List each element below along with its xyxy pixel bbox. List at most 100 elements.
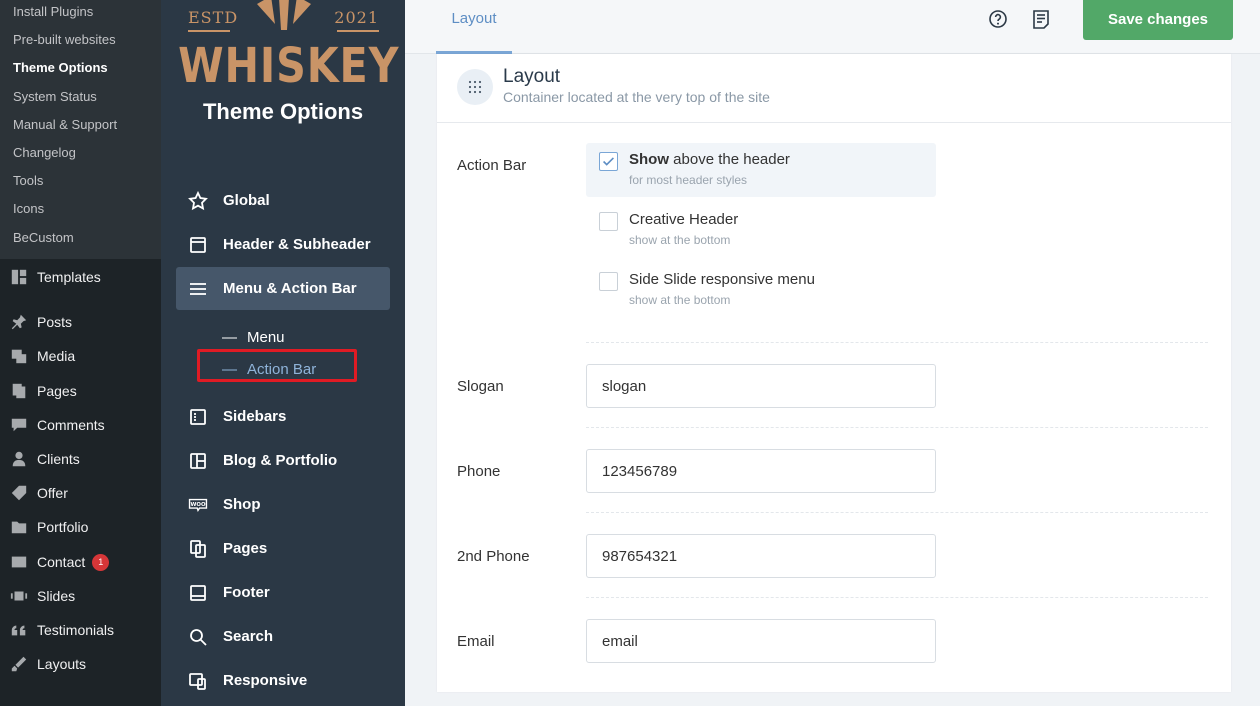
wp-menu-label: Slides bbox=[37, 588, 76, 604]
wp-submenu-tools[interactable]: Tools bbox=[0, 169, 161, 197]
nav-item-label: Blog & Portfolio bbox=[223, 452, 338, 469]
nav-item-label: Shop bbox=[223, 496, 261, 513]
nav-item-global[interactable]: Global bbox=[176, 179, 390, 222]
wp-submenu-install-plugins[interactable]: Install Plugins bbox=[0, 0, 161, 28]
nav-item-sidebars[interactable]: Sidebars bbox=[176, 395, 390, 438]
option-side-slide-menu[interactable]: Side Slide responsive menu show at the b… bbox=[586, 263, 936, 317]
wp-submenu-changelog[interactable]: Changelog bbox=[0, 141, 161, 169]
wp-menu-testimonials[interactable]: Testimonials bbox=[0, 613, 161, 647]
responsive-icon bbox=[188, 671, 208, 691]
wp-menu-slides[interactable]: Slides bbox=[0, 579, 161, 613]
media-icon bbox=[9, 346, 29, 366]
checkbox[interactable] bbox=[599, 152, 618, 171]
star-icon bbox=[188, 190, 208, 211]
blog-icon bbox=[188, 451, 208, 471]
woo-icon: WOO bbox=[188, 495, 208, 515]
help-icon[interactable] bbox=[988, 9, 1008, 29]
pin-icon bbox=[9, 312, 29, 332]
footer-icon bbox=[188, 583, 208, 603]
logo-estd: ESTD bbox=[188, 8, 239, 27]
header-icon bbox=[188, 235, 208, 255]
nav-item-label: Menu & Action Bar bbox=[223, 280, 357, 297]
option-creative-header[interactable]: Creative Header show at the bottom bbox=[586, 203, 936, 257]
option-show-above-header[interactable]: Show above the header for most header st… bbox=[586, 143, 936, 197]
wp-submenu-manual-support[interactable]: Manual & Support bbox=[0, 113, 161, 141]
wp-menu-layouts[interactable]: Layouts bbox=[0, 647, 161, 681]
nav-item-responsive[interactable]: Responsive bbox=[176, 659, 390, 702]
nav-item-shop[interactable]: WOO Shop bbox=[176, 483, 390, 526]
wp-submenu-system-status[interactable]: System Status bbox=[0, 85, 161, 113]
notification-badge: 1 bbox=[92, 553, 110, 571]
nav-item-label: Pages bbox=[223, 540, 268, 557]
checkbox[interactable] bbox=[599, 212, 618, 231]
second-phone-input[interactable] bbox=[586, 534, 936, 578]
subnav-dash: — bbox=[222, 328, 237, 346]
brush-icon bbox=[9, 654, 29, 674]
divider bbox=[586, 342, 1208, 343]
nav-item-search[interactable]: Search bbox=[176, 615, 390, 658]
tab-label: Layout bbox=[451, 10, 497, 27]
slogan-label: Slogan bbox=[457, 378, 504, 395]
wp-submenu-becustom[interactable]: BeCustom bbox=[0, 226, 161, 254]
wp-menu-offer[interactable]: Offer bbox=[0, 476, 161, 510]
wp-menu-label: Portfolio bbox=[37, 519, 89, 535]
comment-icon bbox=[9, 415, 29, 435]
nav-item-label: Responsive bbox=[223, 672, 308, 689]
slogan-input[interactable] bbox=[586, 364, 936, 408]
wp-menu-label: Pages bbox=[37, 383, 77, 399]
option-title: Side Slide responsive menu bbox=[629, 271, 815, 288]
phone-input[interactable] bbox=[586, 449, 936, 493]
nav-item-pages[interactable]: Pages bbox=[176, 527, 390, 570]
wp-menu-label: Clients bbox=[37, 451, 80, 467]
folder-icon bbox=[9, 517, 29, 537]
tab-layout[interactable]: Layout bbox=[436, 0, 512, 54]
wp-menu-clients[interactable]: Clients bbox=[0, 442, 161, 476]
wp-menu-templates[interactable]: Templates bbox=[0, 260, 161, 294]
wp-menu-contact[interactable]: Contact 1 bbox=[0, 545, 161, 579]
subnav-item-menu[interactable]: — Menu bbox=[222, 326, 285, 348]
sidebar-icon bbox=[188, 407, 208, 427]
notes-icon[interactable] bbox=[1031, 9, 1051, 29]
emblem-icon bbox=[257, 0, 311, 30]
email-input[interactable] bbox=[586, 619, 936, 663]
nav-item-label: Search bbox=[223, 628, 274, 645]
mail-icon bbox=[9, 552, 29, 572]
wp-menu-portfolio[interactable]: Portfolio bbox=[0, 510, 161, 544]
templates-icon bbox=[9, 267, 29, 287]
wp-menu-comments[interactable]: Comments bbox=[0, 408, 161, 442]
checkbox[interactable] bbox=[599, 272, 618, 291]
wp-menu-label: Posts bbox=[37, 314, 73, 330]
wp-menu-media[interactable]: Media bbox=[0, 339, 161, 373]
divider bbox=[586, 512, 1208, 513]
pages-icon bbox=[188, 539, 208, 559]
nav-item-header-subheader[interactable]: Header & Subheader bbox=[176, 223, 390, 266]
highlight-annotation-box bbox=[197, 349, 357, 382]
nav-item-label: Sidebars bbox=[223, 408, 287, 425]
divider bbox=[586, 597, 1208, 598]
topbar: Layout Save changes bbox=[405, 0, 1260, 54]
wp-menu-posts[interactable]: Posts bbox=[0, 305, 161, 339]
nav-item-label: Footer bbox=[223, 584, 270, 601]
email-label: Email bbox=[457, 633, 495, 650]
pages-icon bbox=[9, 381, 29, 401]
panel-title: Layout bbox=[503, 66, 561, 87]
wp-menu-label: Media bbox=[37, 348, 76, 364]
divider bbox=[586, 427, 1208, 428]
nav-item-label: Header & Subheader bbox=[223, 236, 371, 253]
nav-item-menu-action-bar[interactable]: Menu & Action Bar bbox=[176, 267, 390, 310]
option-subtitle: for most header styles bbox=[629, 173, 748, 187]
user-icon bbox=[9, 449, 29, 469]
nav-item-blog-portfolio[interactable]: Blog & Portfolio bbox=[176, 439, 390, 482]
second-phone-label: 2nd Phone bbox=[457, 548, 530, 565]
svg-text:WOO: WOO bbox=[190, 502, 205, 508]
sidebar-title: Theme Options bbox=[202, 99, 364, 124]
wp-submenu: Install Plugins Pre-built websites Theme… bbox=[0, 0, 161, 259]
wp-menu-pages[interactable]: Pages bbox=[0, 374, 161, 408]
save-changes-button[interactable]: Save changes bbox=[1083, 0, 1233, 40]
logo-rule-right bbox=[337, 30, 379, 32]
wp-submenu-theme-options[interactable]: Theme Options bbox=[0, 56, 161, 84]
nav-item-footer[interactable]: Footer bbox=[176, 571, 390, 614]
phone-label: Phone bbox=[457, 463, 501, 480]
wp-submenu-icons[interactable]: Icons bbox=[0, 197, 161, 225]
wp-submenu-prebuilt-websites[interactable]: Pre-built websites bbox=[0, 28, 161, 56]
